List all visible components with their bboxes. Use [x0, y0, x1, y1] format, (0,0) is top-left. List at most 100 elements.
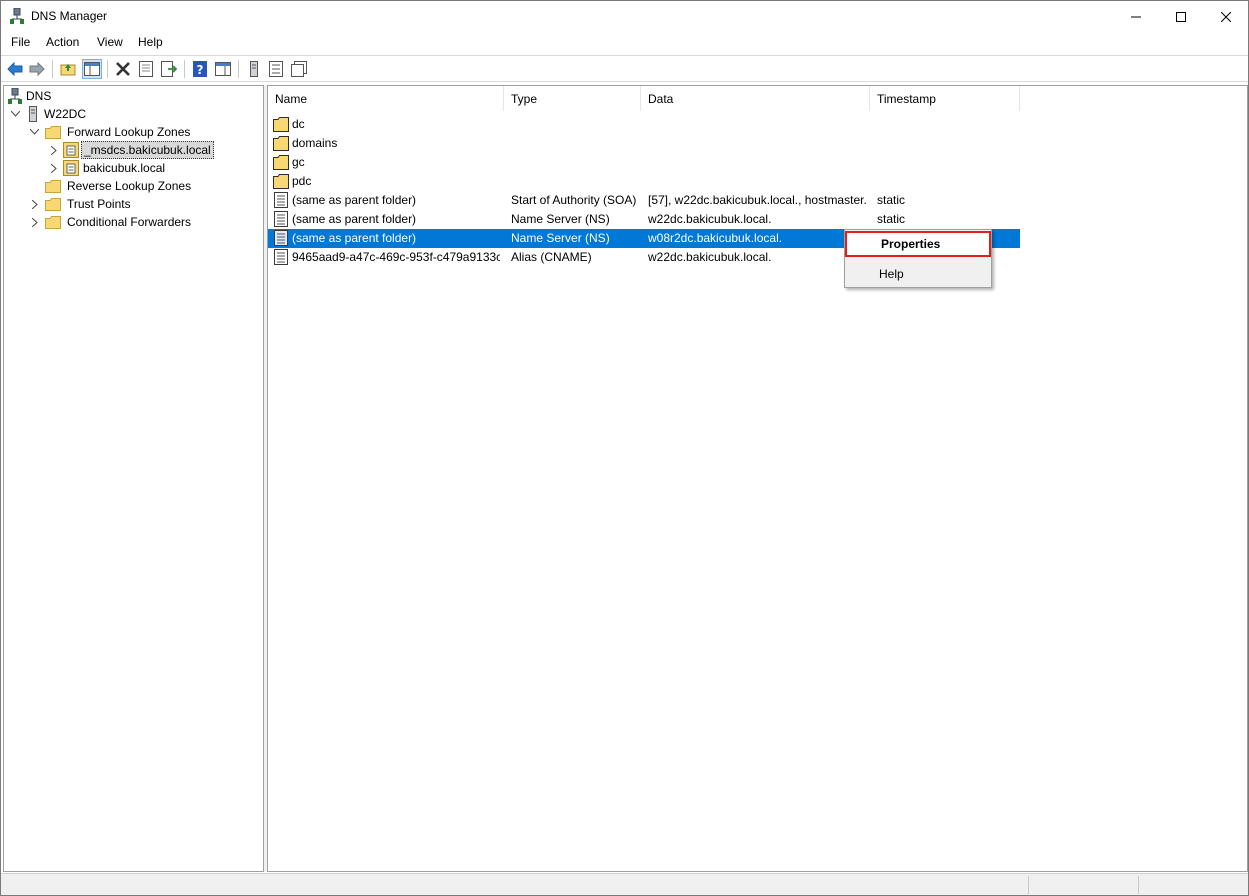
cell-timestamp: static [877, 193, 906, 207]
chevron-right-icon [51, 145, 57, 155]
table-row[interactable]: gc [268, 153, 1020, 172]
list-view-button[interactable] [266, 59, 286, 79]
record-icon [274, 192, 288, 208]
tree-item-forward-lookup-zones[interactable]: Forward Lookup Zones [45, 123, 192, 141]
context-menu: Properties Help [844, 229, 992, 288]
tree-label-w22dc: W22DC [44, 107, 87, 121]
records-list-pane: Name Type Data Timestamp dc domains gc pdc (… [267, 85, 1248, 872]
tree-label-main-zone: bakicubuk.local [83, 161, 166, 175]
record-icon [274, 249, 288, 265]
help-button[interactable]: ? [190, 59, 210, 79]
list-icon [269, 61, 283, 77]
expander-forward-zones[interactable] [29, 127, 39, 137]
back-button[interactable] [5, 59, 25, 79]
cell-name: pdc [292, 174, 312, 188]
folder-icon [45, 197, 61, 211]
expander-w22dc[interactable] [10, 109, 20, 119]
table-row[interactable]: (same as parent folder) Start of Authorit… [268, 191, 1020, 210]
up-folder-button[interactable] [58, 59, 78, 79]
cell-type: Name Server (NS) [511, 212, 610, 226]
tree-item-dns[interactable]: DNS [8, 87, 53, 105]
column-header-data[interactable]: Data [641, 86, 870, 111]
cell-name: gc [292, 155, 305, 169]
detail-icon [291, 61, 307, 77]
context-menu-properties[interactable]: Properties [845, 231, 991, 257]
cell-name: (same as parent folder) [292, 231, 417, 245]
chevron-right-icon [32, 217, 38, 227]
forward-icon [29, 62, 45, 76]
table-row[interactable]: dc [268, 115, 1020, 134]
close-icon [1221, 11, 1231, 22]
server-button[interactable] [244, 59, 264, 79]
cell-name: 9465aad9-a47c-469c-953f-c479a9133ce0 [292, 250, 500, 264]
context-menu-help[interactable]: Help [845, 261, 991, 287]
maximize-button[interactable] [1158, 1, 1204, 32]
folder-icon [273, 117, 289, 132]
tree-pane: DNS W22DC Forward Lookup Zones _msdcs.ba… [3, 85, 264, 872]
expander-conditional-forwarders[interactable] [30, 217, 40, 227]
chevron-right-icon [32, 199, 38, 209]
tree-item-main-zone[interactable]: bakicubuk.local [63, 159, 167, 177]
tree-item-msdcs-zone[interactable]: _msdcs.bakicubuk.local [63, 141, 214, 159]
cell-name: (same as parent folder) [292, 212, 417, 226]
help-icon: ? [193, 61, 207, 77]
column-header-timestamp[interactable]: Timestamp [870, 86, 1020, 111]
zone-icon [63, 142, 79, 158]
tree-item-trust-points[interactable]: Trust Points [45, 195, 133, 213]
properties-button[interactable] [136, 59, 156, 79]
column-header-name[interactable]: Name [268, 86, 504, 111]
export-list-button[interactable] [159, 59, 179, 79]
back-icon [7, 62, 23, 76]
show-hide-tree-button[interactable] [82, 59, 102, 79]
detail-view-button[interactable] [289, 59, 309, 79]
minimize-button[interactable] [1113, 1, 1159, 32]
up-folder-icon [60, 64, 76, 76]
server-icon [250, 61, 258, 77]
svg-text:?: ? [197, 63, 204, 77]
cell-data: w08r2dc.bakicubuk.local. [648, 231, 783, 245]
cell-data: [57], w22dc.bakicubuk.local., hostmaster… [648, 193, 867, 207]
expander-main-zone[interactable] [49, 163, 59, 173]
action-pane-button[interactable] [213, 59, 233, 79]
table-row[interactable]: domains [268, 134, 1020, 153]
delete-button[interactable] [113, 59, 133, 79]
tree-item-w22dc[interactable]: W22DC [28, 105, 88, 123]
cell-data: w22dc.bakicubuk.local. [648, 250, 772, 264]
show-hide-tree-icon [84, 62, 100, 76]
server-icon [29, 106, 37, 122]
menu-bar: File Action View Help [1, 32, 1248, 53]
close-button[interactable] [1203, 1, 1249, 32]
menu-action[interactable]: Action [46, 35, 79, 49]
tree-label-reverse-lookup-zones: Reverse Lookup Zones [67, 179, 192, 193]
menu-view[interactable]: View [97, 35, 123, 49]
minimize-icon [1131, 16, 1141, 17]
table-row[interactable]: (same as parent folder) Name Server (NS) w… [268, 210, 1020, 229]
table-row[interactable]: pdc [268, 172, 1020, 191]
cell-type: Alias (CNAME) [511, 250, 592, 264]
expander-msdcs-zone[interactable] [49, 145, 59, 155]
cell-data: w22dc.bakicubuk.local. [648, 212, 772, 226]
dns-manager-window: DNS Manager File Action View Help ? DNS … [0, 0, 1249, 896]
menu-help[interactable]: Help [138, 35, 163, 49]
menu-file[interactable]: File [11, 35, 30, 49]
tree-label-dns: DNS [26, 89, 52, 103]
folder-icon [45, 125, 61, 139]
action-pane-icon [215, 62, 231, 76]
expander-trust-points[interactable] [30, 199, 40, 209]
tree-item-reverse-lookup-zones[interactable]: Reverse Lookup Zones [45, 177, 193, 195]
folder-icon [45, 179, 61, 193]
chevron-right-icon [51, 163, 57, 173]
forward-button[interactable] [27, 59, 47, 79]
chevron-down-icon [10, 111, 20, 117]
cell-type: Start of Authority (SOA) [511, 193, 637, 207]
tree-label-forward-lookup-zones: Forward Lookup Zones [67, 125, 191, 139]
zone-icon [63, 160, 79, 176]
tree-item-conditional-forwarders[interactable]: Conditional Forwarders [45, 213, 193, 231]
delete-icon [116, 62, 130, 76]
tree-label-trust-points: Trust Points [67, 197, 131, 211]
maximize-icon [1176, 11, 1186, 22]
column-header-type[interactable]: Type [504, 86, 641, 111]
cell-type: Name Server (NS) [511, 231, 610, 245]
folder-icon [273, 136, 289, 151]
dns-icon [8, 88, 22, 104]
